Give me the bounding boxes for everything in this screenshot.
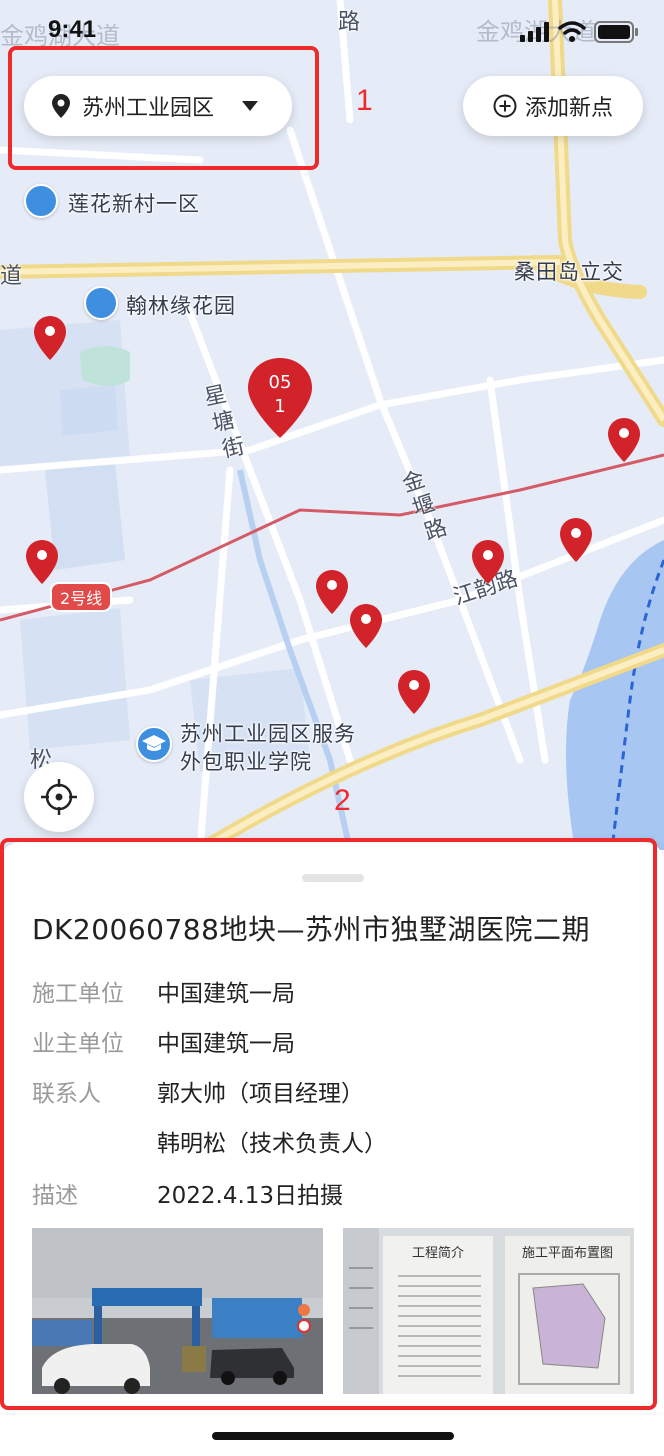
building-icon: [84, 286, 118, 320]
road-label: 道: [0, 264, 23, 289]
add-point-button[interactable]: 添加新点: [463, 76, 643, 136]
add-point-label: 添加新点: [524, 96, 613, 121]
annotation-number-1: 1: [356, 84, 373, 117]
signal-icon: [520, 22, 549, 42]
plus-circle-icon: [493, 94, 517, 118]
map-marker[interactable]: [316, 570, 348, 614]
map-marker[interactable]: [472, 540, 504, 584]
metro-line-badge: 2号线: [50, 582, 113, 612]
map-marker[interactable]: [398, 670, 430, 714]
battery-icon: [594, 21, 638, 43]
place-label[interactable]: 外包职业学院: [180, 746, 312, 776]
place-label[interactable]: 莲花新村一区: [68, 188, 200, 218]
map-marker[interactable]: [34, 316, 66, 360]
place-label[interactable]: 桑田岛立交: [514, 256, 624, 286]
crosshair-icon: [41, 779, 77, 815]
map-marker[interactable]: [560, 518, 592, 562]
status-time: 9:41: [48, 16, 97, 43]
building-icon: [24, 184, 58, 218]
cluster-marker[interactable]: 05 1: [248, 358, 312, 438]
annotation-box-2: [0, 838, 657, 1410]
place-label[interactable]: 苏州工业园区服务: [180, 718, 356, 748]
map-marker[interactable]: [26, 540, 58, 584]
wifi-icon: [558, 21, 586, 42]
map-marker[interactable]: [608, 418, 640, 462]
map-marker[interactable]: [350, 604, 382, 648]
cluster-count-line2: 1: [274, 396, 286, 417]
place-label[interactable]: 翰林缘花园: [126, 290, 236, 320]
locate-me-button[interactable]: [24, 762, 94, 832]
graduation-cap-icon: [136, 726, 172, 762]
annotation-box-1: [8, 46, 319, 170]
home-indicator[interactable]: [212, 1432, 454, 1440]
annotation-number-2: 2: [334, 784, 351, 817]
cluster-count-line1: 05: [268, 372, 292, 393]
